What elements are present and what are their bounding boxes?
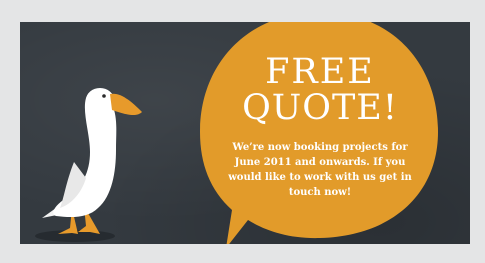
headline-quote: QUOTE! bbox=[242, 88, 398, 128]
headline-free: FREE bbox=[265, 52, 375, 92]
bubble-content: FREE QUOTE! We’re now booking projects f… bbox=[210, 54, 430, 200]
booking-message: We’re now booking projects for June 2011… bbox=[228, 142, 412, 198]
page-frame: FREE QUOTE! We’re now booking projects f… bbox=[0, 0, 485, 263]
free-quote-banner[interactable]: FREE QUOTE! We’re now booking projects f… bbox=[20, 22, 470, 244]
